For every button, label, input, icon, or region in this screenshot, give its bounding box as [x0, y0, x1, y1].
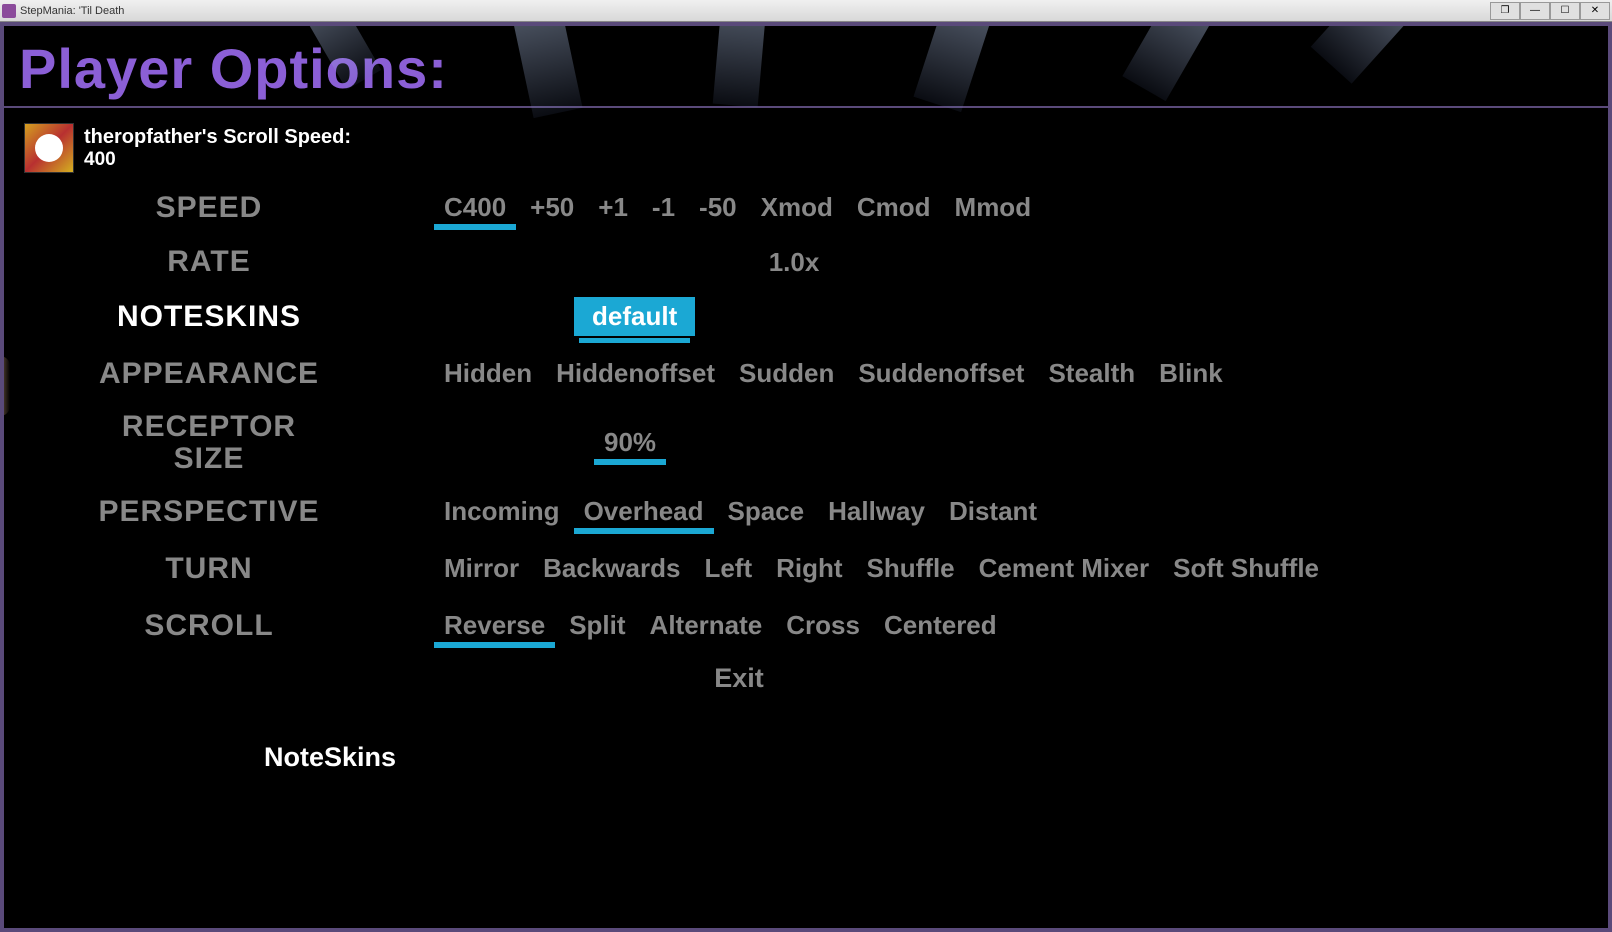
- perspective-incoming[interactable]: Incoming: [444, 492, 560, 531]
- titlebar-controls: ❐ — ☐ ✕: [1490, 2, 1610, 20]
- appearance-blink[interactable]: Blink: [1159, 354, 1223, 393]
- appearance-suddenoffset[interactable]: Suddenoffset: [858, 354, 1024, 393]
- label-speed: SPEED: [24, 191, 444, 225]
- values-appearance: Hidden Hiddenoffset Sudden Suddenoffset …: [444, 354, 1223, 393]
- scroll-cross[interactable]: Cross: [786, 606, 860, 645]
- turn-right[interactable]: Right: [776, 549, 842, 588]
- perspective-distant[interactable]: Distant: [949, 492, 1037, 531]
- appearance-hidden[interactable]: Hidden: [444, 354, 532, 393]
- label-receptor-line1: RECEPTOR: [24, 411, 394, 443]
- game-viewport: Player Options: theropfather's Scroll Sp…: [0, 22, 1612, 932]
- appearance-sudden[interactable]: Sudden: [739, 354, 834, 393]
- window-close-button[interactable]: ✕: [1580, 2, 1610, 20]
- window-maximize-button[interactable]: ☐: [1550, 2, 1580, 20]
- window-titlebar: StepMania: 'Til Death ❐ — ☐ ✕: [0, 0, 1612, 22]
- options-grid: SPEED C400 +50 +1 -1 -50 Xmod Cmod Mmod …: [4, 188, 1608, 694]
- profile-text: theropfather's Scroll Speed: 400: [84, 126, 351, 171]
- window-extra-button[interactable]: ❐: [1490, 2, 1520, 20]
- label-appearance: APPEARANCE: [24, 357, 444, 391]
- rate-value[interactable]: 1.0x: [769, 243, 820, 281]
- turn-mirror[interactable]: Mirror: [444, 549, 519, 588]
- profile-section: theropfather's Scroll Speed: 400: [4, 123, 1608, 188]
- speed-minus1[interactable]: -1: [652, 188, 675, 227]
- appearance-hiddenoffset[interactable]: Hiddenoffset: [556, 354, 715, 393]
- noteskins-default[interactable]: default: [574, 297, 695, 336]
- turn-left[interactable]: Left: [704, 549, 752, 588]
- row-perspective: PERSPECTIVE Incoming Overhead Space Hall…: [24, 492, 1588, 531]
- perspective-hallway[interactable]: Hallway: [828, 492, 925, 531]
- values-receptor: 90%: [604, 423, 656, 462]
- title-underline: [4, 106, 1608, 108]
- profile-label: theropfather's Scroll Speed:: [84, 126, 351, 149]
- speed-xmod[interactable]: Xmod: [761, 188, 833, 227]
- values-noteskins: default: [574, 297, 695, 336]
- scroll-split[interactable]: Split: [569, 606, 625, 645]
- window-minimize-button[interactable]: —: [1520, 2, 1550, 20]
- turn-soft[interactable]: Soft Shuffle: [1173, 549, 1319, 588]
- label-perspective: PERSPECTIVE: [24, 495, 444, 529]
- label-receptor-line2: SIZE: [24, 443, 394, 475]
- scroll-reverse[interactable]: Reverse: [444, 606, 545, 645]
- profile-value: 400: [84, 149, 351, 171]
- perspective-space[interactable]: Space: [728, 492, 805, 531]
- values-speed: C400 +50 +1 -1 -50 Xmod Cmod Mmod: [444, 188, 1031, 227]
- label-rate: RATE: [24, 245, 444, 279]
- scroll-centered[interactable]: Centered: [884, 606, 997, 645]
- turn-backwards[interactable]: Backwards: [543, 549, 680, 588]
- label-turn: TURN: [24, 552, 444, 586]
- values-perspective: Incoming Overhead Space Hallway Distant: [444, 492, 1037, 531]
- appearance-stealth[interactable]: Stealth: [1048, 354, 1135, 393]
- exit-button[interactable]: Exit: [324, 663, 1154, 694]
- row-speed: SPEED C400 +50 +1 -1 -50 Xmod Cmod Mmod: [24, 188, 1588, 227]
- receptor-value[interactable]: 90%: [604, 423, 656, 462]
- values-scroll: Reverse Split Alternate Cross Centered: [444, 606, 997, 645]
- values-turn: Mirror Backwards Left Right Shuffle Ceme…: [444, 549, 1319, 588]
- footer-description: NoteSkins: [264, 742, 396, 773]
- row-turn: TURN Mirror Backwards Left Right Shuffle…: [24, 549, 1588, 588]
- label-receptor: RECEPTOR SIZE: [24, 411, 444, 474]
- speed-plus50[interactable]: +50: [530, 188, 574, 227]
- avatar: [24, 123, 74, 173]
- window-title: StepMania: 'Til Death: [20, 5, 124, 17]
- row-noteskins: NOTESKINS default: [24, 297, 1588, 336]
- scroll-alternate[interactable]: Alternate: [650, 606, 763, 645]
- speed-plus1[interactable]: +1: [598, 188, 628, 227]
- row-receptor: RECEPTOR SIZE 90%: [24, 411, 1588, 474]
- app-icon: [2, 4, 16, 18]
- row-appearance: APPEARANCE Hidden Hiddenoffset Sudden Su…: [24, 354, 1588, 393]
- titlebar-left: StepMania: 'Til Death: [2, 4, 124, 18]
- speed-minus50[interactable]: -50: [699, 188, 737, 227]
- page-title: Player Options:: [4, 26, 1608, 101]
- row-rate: RATE 1.0x: [24, 245, 1588, 279]
- speed-cmod[interactable]: Cmod: [857, 188, 931, 227]
- turn-shuffle[interactable]: Shuffle: [867, 549, 955, 588]
- speed-mmod[interactable]: Mmod: [955, 188, 1032, 227]
- row-scroll: SCROLL Reverse Split Alternate Cross Cen…: [24, 606, 1588, 645]
- side-accent: [0, 356, 10, 416]
- values-rate: 1.0x: [444, 247, 1144, 278]
- label-scroll: SCROLL: [24, 609, 444, 643]
- perspective-overhead[interactable]: Overhead: [584, 492, 704, 531]
- label-noteskins: NOTESKINS: [24, 300, 444, 334]
- turn-cement[interactable]: Cement Mixer: [979, 549, 1150, 588]
- speed-c400[interactable]: C400: [444, 188, 506, 227]
